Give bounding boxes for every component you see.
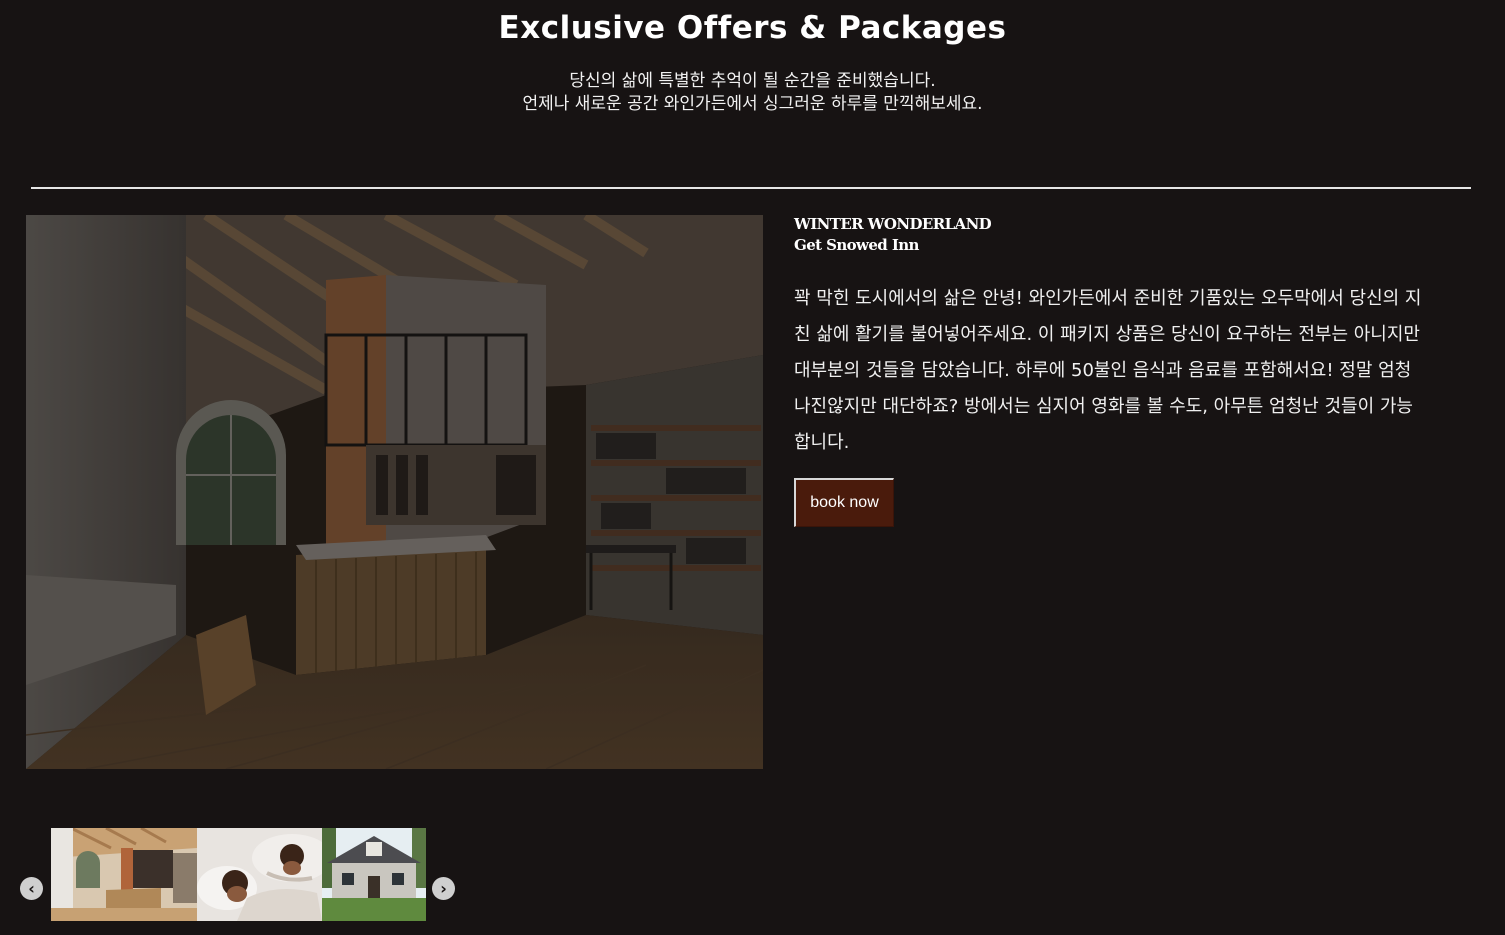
subtitle-line-2: 언제나 새로운 공간 와인가든에서 싱그러운 하루를 만끽해보세요. bbox=[522, 94, 983, 114]
offers-page: Exclusive Offers & Packages 당신의 삶에 특별한 추… bbox=[0, 0, 1505, 935]
thumbnail-shop-interior[interactable] bbox=[51, 828, 197, 921]
thumbnail-child-bed[interactable] bbox=[197, 828, 322, 921]
page-subtitle: 당신의 삶에 특별한 추억이 될 순간을 준비했습니다. 언제나 새로운 공간 … bbox=[0, 70, 1505, 116]
offer-name: Get Snowed Inn bbox=[794, 236, 919, 254]
chevron-left-icon[interactable]: ‹ bbox=[20, 877, 43, 900]
page-title: Exclusive Offers & Packages bbox=[498, 10, 1007, 46]
offer-details: WINTER WONDERLAND Get Snowed Inn 꽉 막힌 도시… bbox=[794, 214, 1434, 461]
thumbnail-strip bbox=[51, 828, 426, 921]
chevron-right-icon[interactable]: › bbox=[432, 877, 455, 900]
offer-kicker: WINTER WONDERLAND bbox=[794, 215, 992, 233]
subtitle-line-1: 당신의 삶에 특별한 추억이 될 순간을 준비했습니다. bbox=[569, 71, 936, 91]
section-divider bbox=[31, 187, 1471, 189]
offer-description: 꽉 막힌 도시에서의 삶은 안녕! 와인가든에서 준비한 기품있는 오두막에서 … bbox=[794, 288, 1422, 453]
thumbnail-house[interactable] bbox=[322, 828, 426, 921]
offer-main-image bbox=[26, 215, 763, 769]
book-now-button[interactable]: book now bbox=[794, 478, 894, 527]
